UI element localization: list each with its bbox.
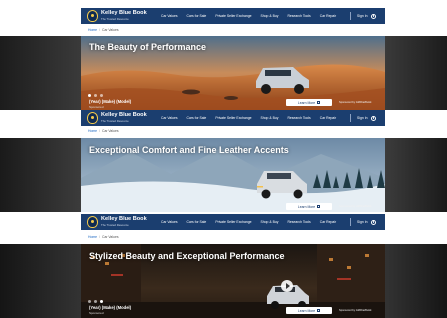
breadcrumb-separator: / xyxy=(99,235,100,239)
hero-side-right xyxy=(385,244,447,318)
sign-in-button[interactable]: Sign In xyxy=(357,110,376,126)
nav-shop-buy[interactable]: Shop & Buy xyxy=(261,220,279,224)
vehicle-subtitle: Sponsored xyxy=(89,311,104,315)
external-link-icon xyxy=(317,309,321,312)
nav-cars-for-sale[interactable]: Cars for Sale xyxy=(187,14,207,18)
nav-divider xyxy=(350,114,351,122)
nav-research-tools[interactable]: Research Tools xyxy=(287,220,310,224)
kbb-logo-icon[interactable] xyxy=(87,112,98,124)
learn-more-button[interactable]: Learn More xyxy=(286,99,332,106)
carousel-dots xyxy=(88,300,103,303)
learn-more-button[interactable]: Learn More xyxy=(286,307,332,314)
main-nav: Car Values Cars for Sale Private Seller … xyxy=(161,110,336,126)
sponsor-text: Sponsored by GM/Kia/Buick xyxy=(339,205,372,208)
hero-slide-1[interactable]: The Beauty of Performance (Year) (Make) … xyxy=(81,36,385,110)
carousel-dot[interactable] xyxy=(94,94,97,97)
site-header: Kelley Blue Book The Trusted Resource Ca… xyxy=(81,214,385,230)
nav-shop-buy[interactable]: Shop & Buy xyxy=(261,14,279,18)
hero-side-left xyxy=(0,36,81,110)
nav-car-values[interactable]: Car Values xyxy=(161,220,178,224)
logo-title[interactable]: Kelley Blue Book xyxy=(101,112,147,118)
learn-more-label: Learn More xyxy=(297,100,316,105)
nav-car-repair[interactable]: Car Repair xyxy=(320,14,336,18)
site-header: Kelley Blue Book The Trusted Resource Ca… xyxy=(81,8,385,24)
user-icon xyxy=(370,13,376,19)
learn-more-button[interactable]: Learn More xyxy=(286,203,332,210)
main-nav: Car Values Cars for Sale Private Seller … xyxy=(161,8,336,24)
sign-in-button[interactable]: Sign In xyxy=(357,8,376,24)
sponsor-text: Sponsored by GM/Kia/Buick xyxy=(339,101,372,104)
vehicle-subtitle: Sponsored xyxy=(89,105,104,109)
nav-shop-buy[interactable]: Shop & Buy xyxy=(261,116,279,120)
nav-car-values[interactable]: Car Values xyxy=(161,14,178,18)
external-link-icon xyxy=(317,205,321,208)
hero-title: Exceptional Comfort and Fine Leather Acc… xyxy=(89,145,289,155)
nav-private-seller-exchange[interactable]: Private Seller Exchange xyxy=(215,220,251,224)
breadcrumb-current: Car Values xyxy=(102,28,119,32)
nav-divider xyxy=(350,12,351,20)
sign-in-label: Sign In xyxy=(357,14,368,18)
sign-in-button[interactable]: Sign In xyxy=(357,214,376,230)
logo-tagline: The Trusted Resource xyxy=(101,17,129,21)
play-video-button[interactable] xyxy=(281,280,293,292)
nav-cars-for-sale[interactable]: Cars for Sale xyxy=(187,116,207,120)
nav-cars-for-sale[interactable]: Cars for Sale xyxy=(187,220,207,224)
learn-more-label: Learn More xyxy=(297,308,316,313)
nav-divider xyxy=(350,218,351,226)
carousel-dot[interactable] xyxy=(94,300,97,303)
hero-side-left xyxy=(0,244,81,318)
vehicle-name: (Year) (Make) (Model) xyxy=(89,305,132,310)
breadcrumb: Home / Car Values xyxy=(88,129,119,133)
user-icon xyxy=(370,219,376,225)
carousel-dot[interactable] xyxy=(88,94,91,97)
kbb-logo-icon[interactable] xyxy=(87,216,98,228)
carousel-dot[interactable] xyxy=(100,94,103,97)
carousel-dot[interactable] xyxy=(88,300,91,303)
breadcrumb-separator: / xyxy=(99,28,100,32)
breadcrumb-home[interactable]: Home xyxy=(88,235,97,239)
nav-private-seller-exchange[interactable]: Private Seller Exchange xyxy=(215,116,251,120)
logo-tagline: The Trusted Resource xyxy=(101,119,129,123)
breadcrumb-current: Car Values xyxy=(102,235,119,239)
sign-in-label: Sign In xyxy=(357,116,368,120)
breadcrumb-home[interactable]: Home xyxy=(88,129,97,133)
breadcrumb: Home / Car Values xyxy=(88,28,119,32)
breadcrumb: Home / Car Values xyxy=(88,235,119,239)
carousel-dot[interactable] xyxy=(100,300,103,303)
user-icon xyxy=(370,115,376,121)
external-link-icon xyxy=(317,101,321,104)
sponsor-text: Sponsored by GM/Kia/Buick xyxy=(339,309,372,312)
breadcrumb-separator: / xyxy=(99,129,100,133)
breadcrumb-current: Car Values xyxy=(102,129,119,133)
logo-title[interactable]: Kelley Blue Book xyxy=(101,216,147,222)
nav-car-values[interactable]: Car Values xyxy=(161,116,178,120)
vehicle-name: (Year) (Make) (Model) xyxy=(89,99,132,104)
main-nav: Car Values Cars for Sale Private Seller … xyxy=(161,214,336,230)
hero-slide-3[interactable]: Stylized Beauty and Exceptional Performa… xyxy=(81,244,385,318)
learn-more-label: Learn More xyxy=(297,204,316,209)
logo-title[interactable]: Kelley Blue Book xyxy=(101,10,147,16)
sign-in-label: Sign In xyxy=(357,220,368,224)
kbb-logo-icon[interactable] xyxy=(87,10,98,22)
hero-title: The Beauty of Performance xyxy=(89,42,207,52)
hero-side-right xyxy=(385,36,447,110)
logo-tagline: The Trusted Resource xyxy=(101,223,129,227)
nav-private-seller-exchange[interactable]: Private Seller Exchange xyxy=(215,14,251,18)
site-header: Kelley Blue Book The Trusted Resource Ca… xyxy=(81,110,385,126)
breadcrumb-home[interactable]: Home xyxy=(88,28,97,32)
nav-research-tools[interactable]: Research Tools xyxy=(287,116,310,120)
hero-title: Stylized Beauty and Exceptional Performa… xyxy=(89,251,285,261)
hero-side-right xyxy=(385,138,447,212)
carousel-dots xyxy=(88,94,103,97)
nav-research-tools[interactable]: Research Tools xyxy=(287,14,310,18)
nav-car-repair[interactable]: Car Repair xyxy=(320,220,336,224)
hero-side-left xyxy=(0,138,81,212)
nav-car-repair[interactable]: Car Repair xyxy=(320,116,336,120)
hero-slide-2[interactable]: Exceptional Comfort and Fine Leather Acc… xyxy=(81,138,385,212)
